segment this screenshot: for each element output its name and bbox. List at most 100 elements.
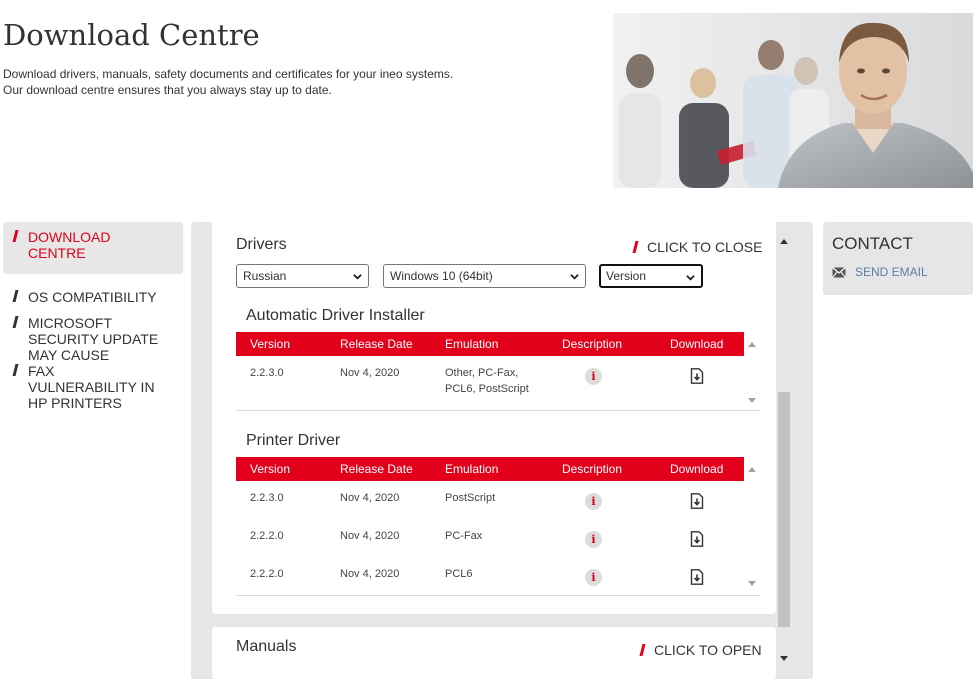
- cell-version: 2.2.2.0: [250, 530, 284, 542]
- sidebar-item-label: VULNERABILITY IN: [28, 379, 155, 395]
- info-icon[interactable]: i: [585, 569, 602, 586]
- sidebar-item-label: CENTRE: [28, 245, 86, 261]
- column-header: Version: [250, 337, 291, 351]
- column-header: Description: [562, 337, 623, 351]
- cell-date: Nov 4, 2020: [340, 367, 400, 379]
- column-header: Release Date: [340, 462, 413, 476]
- cell-date: Nov 4, 2020: [340, 492, 400, 504]
- select-value: Windows 10 (64bit): [390, 269, 493, 283]
- column-header: Emulation: [445, 462, 499, 476]
- table-row: 2.2.2.0 Nov 4, 2020 PC-Fax i: [236, 519, 760, 557]
- chevron-down-icon: [686, 275, 695, 281]
- table-row: 2.2.3.0 Nov 4, 2020 PostScript i: [236, 481, 760, 519]
- contact-box: CONTACT SEND EMAIL: [823, 222, 973, 295]
- scroll-down-arrow-icon[interactable]: [748, 398, 756, 404]
- table-body: 2.2.3.0 Nov 4, 2020 PostScript i 2.2.2.0…: [236, 481, 760, 596]
- intro-text: Download drivers, manuals, safety docume…: [3, 66, 453, 98]
- scroll-up-arrow-icon[interactable]: [748, 341, 756, 347]
- download-file-icon[interactable]: [690, 368, 704, 384]
- column-header: Download: [670, 462, 724, 476]
- column-header: Release Date: [340, 337, 413, 351]
- sidebar-item-label: MAY CAUSE: [28, 347, 110, 363]
- table-scroll-area[interactable]: [744, 332, 760, 356]
- sidebar-item-label: SECURITY UPDATE: [28, 331, 159, 347]
- sidebar-item-label: DOWNLOAD: [28, 229, 111, 245]
- info-icon[interactable]: i: [585, 531, 602, 548]
- item-marker: [12, 316, 19, 328]
- item-marker: [12, 290, 19, 302]
- os-select[interactable]: Windows 10 (64bit): [383, 264, 586, 288]
- cell-version: 2.2.3.0: [250, 367, 284, 379]
- manuals-title: Manuals: [236, 638, 297, 655]
- sidebar-item-label: OS COMPATIBILITY: [28, 289, 157, 305]
- panel-scrollbar[interactable]: [777, 234, 791, 668]
- sidebar-item-fax-vulnerability[interactable]: FAX VULNERABILITY IN HP PRINTERS: [3, 363, 183, 411]
- cell-date: Nov 4, 2020: [340, 530, 400, 542]
- hero-image: [613, 13, 973, 188]
- chevron-down-icon: [570, 274, 579, 280]
- table-scroll-area[interactable]: [744, 457, 760, 481]
- table-header: Version Release Date Emulation Descripti…: [236, 332, 760, 356]
- cell-date: Nov 4, 2020: [340, 568, 400, 580]
- toggle-marker: [632, 241, 639, 253]
- download-panel: Drivers CLICK TO CLOSE Russian Windows 1…: [191, 222, 813, 679]
- sidebar-nav: DOWNLOAD CENTRE OS COMPATIBILITY MICROSO…: [3, 222, 183, 411]
- download-file-icon[interactable]: [690, 531, 704, 547]
- sidebar-item-label: MICROSOFT: [28, 315, 112, 331]
- chevron-down-icon: [353, 274, 362, 280]
- select-value: Version: [606, 269, 647, 283]
- sidebar-item-label: FAX: [28, 363, 55, 379]
- scroll-down-arrow-icon[interactable]: [748, 581, 756, 587]
- download-file-icon[interactable]: [690, 493, 704, 509]
- intro-line-2: Our download centre ensures that you alw…: [3, 83, 332, 97]
- table-row: 2.2.2.0 Nov 4, 2020 PCL6 i: [236, 557, 760, 595]
- sidebar-item-os-compatibility[interactable]: OS COMPATIBILITY: [3, 289, 183, 305]
- column-header: Version: [250, 462, 291, 476]
- manuals-card[interactable]: Manuals CLICK TO OPEN: [212, 627, 776, 679]
- drivers-title: Drivers: [236, 236, 287, 253]
- section-title-automatic-installer: Automatic Driver Installer: [246, 307, 425, 324]
- version-select[interactable]: Version: [599, 264, 703, 288]
- language-select[interactable]: Russian: [236, 264, 369, 288]
- automatic-installer-table: Version Release Date Emulation Descripti…: [236, 332, 760, 411]
- table-row: 2.2.3.0 Nov 4, 2020 Other, PC-Fax, PCL6,…: [236, 356, 760, 410]
- item-marker: [12, 364, 19, 376]
- drivers-close-toggle[interactable]: CLICK TO CLOSE: [632, 239, 763, 255]
- intro-line-1: Download drivers, manuals, safety docume…: [3, 67, 454, 81]
- sidebar-item-microsoft-security-update[interactable]: MICROSOFT SECURITY UPDATE MAY CAUSE: [3, 315, 183, 363]
- section-title-printer-driver: Printer Driver: [246, 432, 341, 449]
- emulation-line: Other, PC-Fax,: [445, 367, 519, 379]
- column-header: Emulation: [445, 337, 499, 351]
- download-file-icon[interactable]: [690, 569, 704, 585]
- cell-emulation: PostScript: [445, 492, 496, 504]
- scroll-up-arrow-icon[interactable]: [780, 238, 788, 244]
- hero-photo-illustration: [613, 13, 973, 188]
- cell-version: 2.2.3.0: [250, 492, 284, 504]
- printer-driver-table: Version Release Date Emulation Descripti…: [236, 457, 760, 596]
- drivers-card: Drivers CLICK TO CLOSE Russian Windows 1…: [212, 222, 776, 614]
- manuals-open-toggle[interactable]: CLICK TO OPEN: [639, 642, 762, 658]
- contact-title: CONTACT: [832, 234, 913, 253]
- table-header: Version Release Date Emulation Descripti…: [236, 457, 760, 481]
- envelope-icon: [832, 267, 846, 278]
- sidebar-item-download-centre[interactable]: DOWNLOAD CENTRE: [3, 222, 183, 274]
- emulation-line: PCL6, PostScript: [445, 383, 529, 395]
- column-header: Download: [670, 337, 724, 351]
- info-icon[interactable]: i: [585, 368, 602, 385]
- info-icon[interactable]: i: [585, 493, 602, 510]
- cell-emulation: PCL6: [445, 568, 473, 580]
- column-header: Description: [562, 462, 623, 476]
- scroll-down-arrow-icon[interactable]: [780, 656, 788, 662]
- toggle-label: CLICK TO OPEN: [654, 642, 762, 658]
- page-title: Download Centre: [3, 18, 260, 52]
- send-email-link[interactable]: SEND EMAIL: [832, 265, 928, 279]
- scrollbar-thumb[interactable]: [778, 392, 790, 627]
- scroll-up-arrow-icon[interactable]: [748, 466, 756, 472]
- cell-emulation: Other, PC-Fax, PCL6, PostScript: [445, 365, 529, 397]
- active-marker: [12, 230, 19, 242]
- select-value: Russian: [243, 269, 287, 283]
- toggle-label: CLICK TO CLOSE: [647, 239, 763, 255]
- cell-version: 2.2.2.0: [250, 568, 284, 580]
- toggle-marker: [639, 644, 646, 656]
- table-body: 2.2.3.0 Nov 4, 2020 Other, PC-Fax, PCL6,…: [236, 356, 760, 411]
